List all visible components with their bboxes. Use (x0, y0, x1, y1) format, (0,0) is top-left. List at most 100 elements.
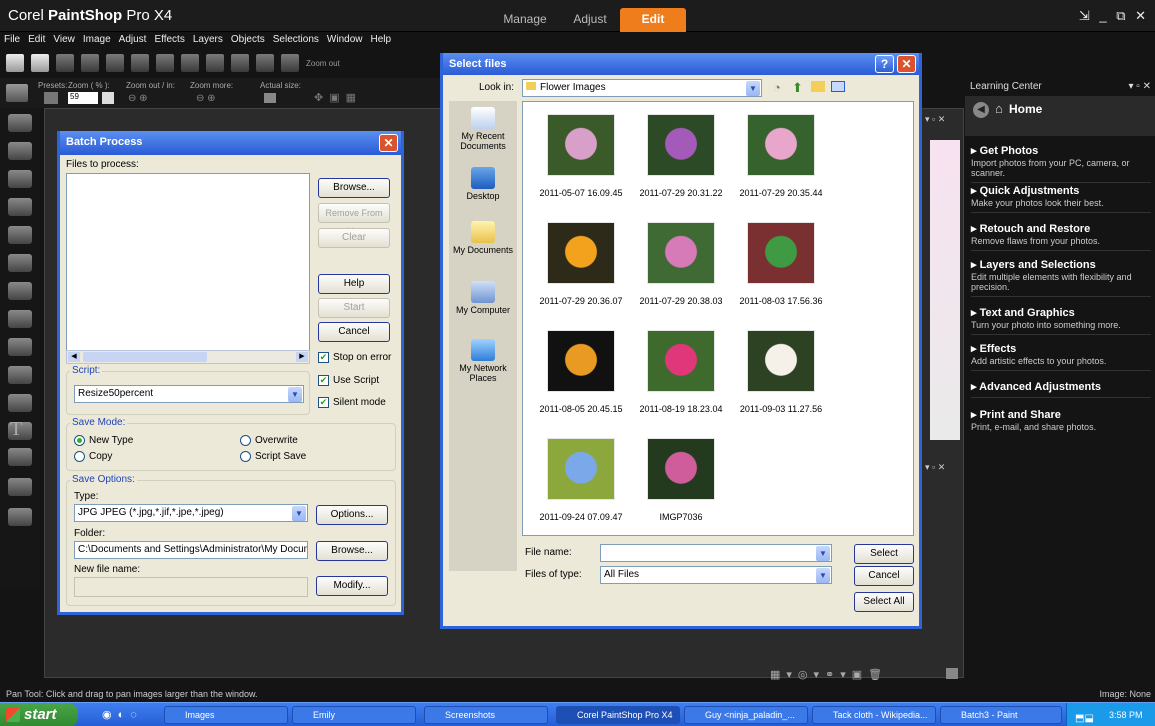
script-dropdown[interactable]: Resize50percent ▼ (74, 385, 304, 403)
layer-buttons-icons[interactable]: ▦▾◎▾⚭▾▣🗑 (770, 668, 888, 681)
start-button[interactable]: Start (318, 298, 390, 318)
select-files-close-button[interactable]: ✕ (897, 55, 916, 73)
zoom-out-icon[interactable] (281, 54, 299, 72)
menu-layers[interactable]: Layers (189, 33, 227, 49)
new-file-icon[interactable] (6, 54, 24, 72)
chevron-down-icon[interactable]: ▼ (816, 568, 830, 583)
lc-item-advanced-adjustments[interactable]: ▸ Advanced Adjustments (971, 380, 1151, 398)
layers-controls-icon[interactable]: ▾ ▫ ✕ (925, 462, 945, 473)
chevron-down-icon[interactable]: ▼ (288, 387, 302, 402)
eraser-tool-icon[interactable] (8, 394, 32, 412)
lc-item-quick-adjustments[interactable]: ▸ Quick Adjustments Make your photos look… (971, 184, 1151, 213)
layer-properties-icon[interactable] (946, 668, 958, 679)
type-dropdown[interactable]: JPG JPEG (*.jpg,*.jif,*.jpe,*.jpeg) ▼ (74, 504, 308, 522)
pan-tool-icon[interactable] (6, 84, 28, 102)
taskbar-item-emily[interactable]: Emily (292, 706, 416, 724)
file-thumbnail[interactable] (541, 324, 621, 404)
menu-edit[interactable]: Edit (24, 33, 49, 49)
file-name-input[interactable]: ▼ (600, 544, 832, 562)
place-my-network-places[interactable]: My Network Places (449, 339, 517, 383)
crop-icon[interactable] (181, 54, 199, 72)
cancel-button[interactable]: Cancel (318, 322, 390, 342)
makeover-tool-icon[interactable] (8, 282, 32, 300)
chevron-down-icon[interactable]: ▼ (746, 81, 760, 96)
menu-selections[interactable]: Selections (269, 33, 323, 49)
menu-image[interactable]: Image (79, 33, 115, 49)
print-icon[interactable] (106, 54, 124, 72)
help-question-button[interactable]: ? (875, 55, 894, 73)
remove-from-list-button[interactable]: Remove From List (318, 203, 390, 236)
stop-on-error-checkbox[interactable]: ✔ (318, 352, 329, 363)
look-in-dropdown[interactable]: Flower Images ▼ (522, 79, 762, 97)
tray-icons[interactable]: ⬒⬓ (1075, 707, 1094, 726)
browse-button[interactable]: Browse... (318, 178, 390, 198)
tab-edit[interactable]: Edit (620, 8, 686, 32)
scroll-left-icon[interactable]: ◀ (68, 352, 80, 362)
taskbar-item-email[interactable]: Guy <ninja_paladin_... (684, 706, 808, 724)
file-thumbnail[interactable] (541, 108, 621, 188)
quick-launch-icons[interactable]: ◉◐◌ (102, 708, 143, 721)
files-list[interactable] (66, 173, 310, 351)
place-my-computer[interactable]: My Computer (449, 281, 517, 315)
taskbar-item-paint[interactable]: Batch3 - Paint (940, 706, 1062, 724)
panel-controls-icon[interactable]: ▾ ▫ ✕ (1129, 81, 1152, 92)
info-icon[interactable] (256, 54, 274, 72)
select-all-button[interactable]: Select All (854, 592, 914, 612)
up-folder-icon[interactable]: ⬆ (792, 80, 803, 96)
lc-item-get-photos[interactable]: ▸ Get Photos Import photos from your PC, … (971, 144, 1151, 183)
file-thumbnail[interactable] (541, 432, 621, 512)
menu-adjust[interactable]: Adjust (115, 33, 151, 49)
presets-dropdown[interactable] (44, 92, 58, 104)
place-my-recent-documents[interactable]: My Recent Documents (449, 107, 517, 151)
open-icon[interactable] (31, 54, 49, 72)
pick-tool-icon[interactable] (8, 114, 32, 132)
tab-manage[interactable]: Manage (490, 8, 560, 32)
rotate-left-icon[interactable] (206, 54, 224, 72)
clone-tool-icon[interactable] (8, 310, 32, 328)
shape-tool-icon[interactable] (8, 448, 32, 466)
new-folder-icon[interactable] (811, 81, 825, 92)
zoom-spinner-icon[interactable] (102, 92, 114, 104)
crop-tool-icon[interactable] (8, 198, 32, 216)
file-thumbnail[interactable] (641, 216, 721, 296)
select-button[interactable]: Select (854, 544, 914, 564)
window-controls[interactable]: ⇲ _ ⧉ ✕ (1079, 8, 1149, 24)
file-thumbnail[interactable] (541, 216, 621, 296)
batch-close-button[interactable]: ✕ (379, 134, 398, 152)
palette-controls-icon[interactable]: ▾ ▫ ✕ (925, 114, 945, 125)
select-files-cancel-button[interactable]: Cancel (854, 566, 914, 586)
lc-item-text-graphics[interactable]: ▸ Text and Graphics Turn your photo into … (971, 306, 1151, 335)
warp-brush-tool-icon[interactable] (8, 508, 32, 526)
lc-item-retouch-restore[interactable]: ▸ Retouch and Restore Remove flaws from y… (971, 222, 1151, 251)
taskbar-item-screenshots[interactable]: Screenshots (424, 706, 548, 724)
file-thumbnail[interactable] (741, 108, 821, 188)
zoom-inout-icons[interactable]: ⊖ ⊕ (128, 93, 148, 104)
save-icon[interactable] (56, 54, 74, 72)
files-of-type-dropdown[interactable]: All Files ▼ (600, 566, 832, 584)
clear-button[interactable]: Clear (318, 228, 390, 248)
copy-radio[interactable] (74, 451, 85, 462)
taskbar-item-paintshop[interactable]: Corel PaintShop Pro X4 (556, 706, 680, 724)
chevron-down-icon[interactable]: ▼ (292, 506, 306, 521)
tab-adjust[interactable]: Adjust (560, 8, 620, 32)
text-tool-icon[interactable]: T (10, 418, 22, 441)
new-type-radio[interactable] (74, 435, 85, 446)
learning-center-home[interactable]: Home (1009, 102, 1042, 116)
folder-field[interactable]: C:\Documents and Settings\Administrator\… (74, 541, 308, 559)
menu-view[interactable]: View (49, 33, 79, 49)
menu-file[interactable]: File (0, 33, 24, 49)
files-list-scrollbar[interactable]: ◀ ▶ (66, 350, 310, 364)
menu-effects[interactable]: Effects (150, 33, 188, 49)
start-button[interactable]: start (0, 703, 78, 726)
modify-button[interactable]: Modify... (316, 576, 388, 596)
lc-item-layers-selections[interactable]: ▸ Layers and Selections Edit multiple ele… (971, 258, 1151, 297)
paint-brush-tool-icon[interactable] (8, 366, 32, 384)
file-thumbnail[interactable] (641, 324, 721, 404)
selection-tool-icon[interactable] (8, 142, 32, 160)
use-script-checkbox[interactable]: ✔ (318, 375, 329, 386)
scroll-right-icon[interactable]: ▶ (296, 352, 308, 362)
materials-palette[interactable] (930, 140, 960, 440)
folder-browse-button[interactable]: Browse... (316, 541, 388, 561)
scroll-thumb[interactable] (83, 352, 207, 362)
file-thumbnail[interactable] (741, 324, 821, 404)
